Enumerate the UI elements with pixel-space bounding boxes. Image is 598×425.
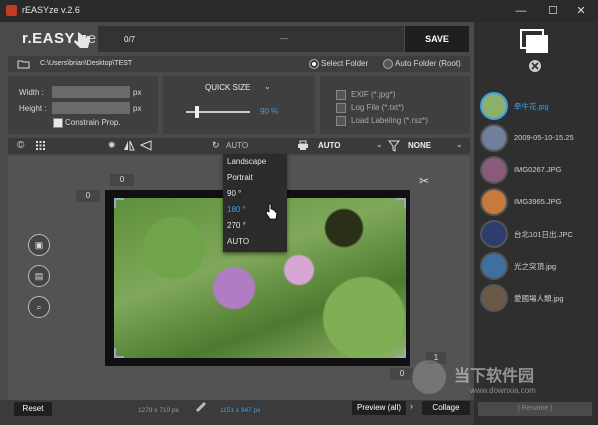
quick-size-slider[interactable] — [186, 106, 250, 118]
file-name[interactable]: 光之突頂.jpg — [514, 261, 556, 272]
watermark-url: www.downxia.com — [470, 386, 536, 395]
chevron-down-icon[interactable]: ⌄ — [456, 140, 463, 149]
progress-bar: 0/7 — — [98, 26, 404, 52]
file-name[interactable]: IMG0267.JPG — [514, 165, 562, 174]
log-file-label: Log File (*.txt*) — [351, 103, 404, 112]
file-name[interactable]: 牵牛花.jpg — [514, 101, 549, 112]
original-size: 1279 x 710 px — [138, 407, 179, 414]
offset-top[interactable]: 0 — [110, 174, 134, 186]
rotate-option-180[interactable]: 180 ° — [227, 205, 246, 214]
close-button[interactable]: ✕ — [566, 2, 596, 20]
format-select-value[interactable]: AUTO — [318, 141, 341, 150]
file-thumbnail[interactable] — [480, 188, 508, 216]
logo-main: r.EASY — [22, 30, 76, 47]
file-thumbnail[interactable] — [480, 124, 508, 152]
file-name[interactable]: IMG3965.JPG — [514, 197, 562, 206]
file-thumbnail[interactable] — [480, 284, 508, 312]
file-thumbnail[interactable] — [480, 156, 508, 184]
remove-icon[interactable] — [528, 59, 542, 73]
folder-stack-icon[interactable] — [520, 29, 549, 54]
app-icon — [6, 5, 17, 16]
filter-select-value[interactable]: NONE — [408, 141, 431, 150]
zoom-icon[interactable]: ⌕ — [28, 296, 50, 318]
title-bar: rEASYze v.2.6 — ☐ ✕ — [0, 0, 598, 22]
save-button[interactable]: SAVE — [405, 26, 469, 52]
rotate-option-auto[interactable]: AUTO — [227, 237, 249, 246]
width-unit: px — [133, 88, 142, 97]
maximize-button[interactable]: ☐ — [538, 2, 568, 20]
offset-bottom[interactable]: 0 — [390, 368, 414, 380]
rotate-select-value[interactable]: AUTO — [226, 141, 248, 150]
reset-button[interactable]: Reset — [14, 402, 52, 416]
file-thumbnail[interactable] — [480, 92, 508, 120]
exif-label: EXIF (*.jpg*) — [351, 90, 396, 99]
ruler-icon — [195, 401, 207, 413]
log-file-checkbox[interactable] — [336, 103, 346, 113]
auto-folder-radio[interactable] — [383, 59, 393, 69]
rotate-icon[interactable]: ↻ — [212, 140, 220, 151]
quick-size-label: QUICK SIZE — [205, 83, 251, 92]
exif-checkbox[interactable] — [336, 90, 346, 100]
rotate-option-landscape[interactable]: Landscape — [227, 157, 266, 166]
chevron-right-icon[interactable]: › — [410, 401, 413, 411]
load-labeling-label: Load Labeling (*.rsz*) — [351, 116, 428, 125]
rename-button[interactable]: ( Rename ) — [478, 402, 592, 416]
select-folder-label: Select Folder — [321, 59, 369, 68]
flip-icon[interactable] — [124, 140, 135, 151]
progress-indicator: — — [280, 34, 288, 43]
file-name[interactable]: 愛國場人類.jpg — [514, 293, 564, 304]
offset-left[interactable]: 0 — [76, 190, 100, 202]
width-label: Width : — [19, 88, 44, 97]
height-input[interactable] — [52, 102, 130, 114]
rotate-option-portrait[interactable]: Portrait — [227, 173, 253, 182]
watermark-logo — [412, 360, 446, 394]
window-title: rEASYze v.2.6 — [22, 5, 80, 15]
preview-all-button[interactable]: Preview (all) — [352, 401, 406, 415]
collage-button[interactable]: Collage — [422, 401, 470, 415]
rotate-dropdown: Landscape Portrait 90 ° 180 ° 270 ° AUTO — [223, 154, 287, 252]
rotate-option-270[interactable]: 270 ° — [227, 221, 246, 230]
crop-handle-bottom-left[interactable] — [114, 348, 124, 358]
file-name[interactable]: 台北101日出.JPC — [514, 229, 573, 240]
output-path: C:\Users\brian\Desktop\TEST — [40, 60, 133, 67]
constrain-label: Constrain Prop. — [65, 118, 121, 127]
file-thumbnail[interactable] — [480, 252, 508, 280]
new-size: 1151 x 947 px — [220, 407, 261, 414]
width-input[interactable] — [52, 86, 130, 98]
chevron-down-icon[interactable]: ⌄ — [264, 82, 271, 91]
file-count: 0/7 — [124, 35, 136, 44]
height-label: Height : — [19, 104, 47, 113]
perspective-icon[interactable] — [139, 140, 152, 151]
crop-scissors-icon[interactable]: ✂ — [419, 174, 429, 188]
load-labeling-checkbox[interactable] — [336, 116, 346, 126]
quick-size-value: 90 % — [260, 107, 279, 116]
copyright-icon[interactable]: © — [17, 140, 24, 151]
folder-icon[interactable] — [17, 59, 30, 69]
rotate-option-90[interactable]: 90 ° — [227, 189, 241, 198]
crop-handle-top-left[interactable] — [114, 198, 124, 208]
slider-handle[interactable] — [194, 106, 199, 118]
constrain-checkbox[interactable] — [53, 118, 63, 128]
file-name[interactable]: 2009-05-10-15.25 — [514, 133, 574, 142]
select-folder-radio[interactable] — [309, 59, 319, 69]
crop-handle-top-right[interactable] — [396, 198, 406, 208]
filter-icon[interactable] — [387, 140, 401, 152]
watermark-brand: 当下软件园 — [454, 368, 535, 385]
hand-pointer-icon — [265, 203, 278, 220]
crop-handle-bottom-right[interactable] — [396, 348, 406, 358]
grid-icon[interactable] — [36, 141, 45, 150]
save-icon[interactable]: ▣ — [28, 234, 50, 256]
height-unit: px — [133, 104, 142, 113]
chevron-down-icon[interactable]: ⌄ — [376, 140, 383, 149]
brightness-icon[interactable]: ✺ — [108, 140, 116, 151]
document-icon[interactable]: ▤ — [28, 265, 50, 287]
file-thumbnail[interactable] — [480, 220, 508, 248]
auto-folder-label: Auto Folder (Root) — [395, 59, 461, 68]
minimize-button[interactable]: — — [506, 2, 536, 20]
print-icon[interactable] — [298, 140, 308, 150]
hand-cursor-icon — [74, 32, 90, 48]
